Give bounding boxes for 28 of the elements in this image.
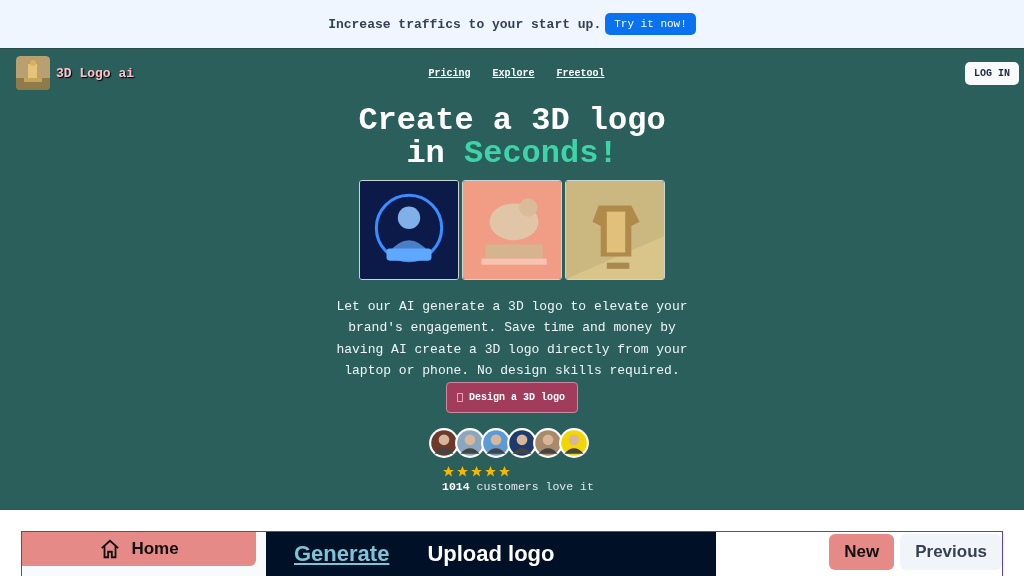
- login-button[interactable]: LOG IN: [965, 61, 1019, 85]
- try-button[interactable]: Try it now!: [605, 13, 696, 35]
- star-icon: [442, 465, 455, 479]
- nav-link[interactable]: Freetool: [556, 67, 605, 79]
- tab[interactable]: Upload logo: [427, 541, 555, 569]
- avatar-icon: [480, 427, 512, 460]
- tab[interactable]: Generate: [294, 541, 390, 569]
- home-icon: [99, 538, 122, 560]
- star-icon: [484, 465, 497, 479]
- avatar-icon: [428, 427, 460, 460]
- new-button[interactable]: New: [829, 534, 895, 570]
- star-icon: [498, 465, 511, 479]
- home-button[interactable]: Home: [22, 532, 256, 566]
- hero-description: Let our AI generate a 3D logo to elevate your brand's engagement. Save time and money by having AI create a 3D logo directly from your laptop or phone. No design skills required.: [335, 298, 689, 380]
- avatar-icon: [532, 427, 564, 460]
- avatar-icon: [454, 427, 486, 460]
- design-logo-button[interactable]: Design a 3D logo: [446, 382, 578, 414]
- star-icon: [456, 465, 469, 479]
- previous-button[interactable]: Previous: [900, 534, 1002, 570]
- hero-title: Create a 3D logo in Seconds!: [358, 104, 666, 170]
- customers-text: 1014 customers love it: [442, 480, 595, 494]
- avatar-icon: [506, 427, 538, 460]
- nav-link[interactable]: Explore: [492, 67, 535, 79]
- brand-name: 3D Logo ai: [56, 65, 134, 81]
- avatar-icon: [558, 427, 590, 460]
- star-icon: [470, 465, 483, 479]
- nav-link[interactable]: Pricing: [428, 67, 471, 79]
- banner-text: Increase traffics to your start up.: [328, 16, 602, 32]
